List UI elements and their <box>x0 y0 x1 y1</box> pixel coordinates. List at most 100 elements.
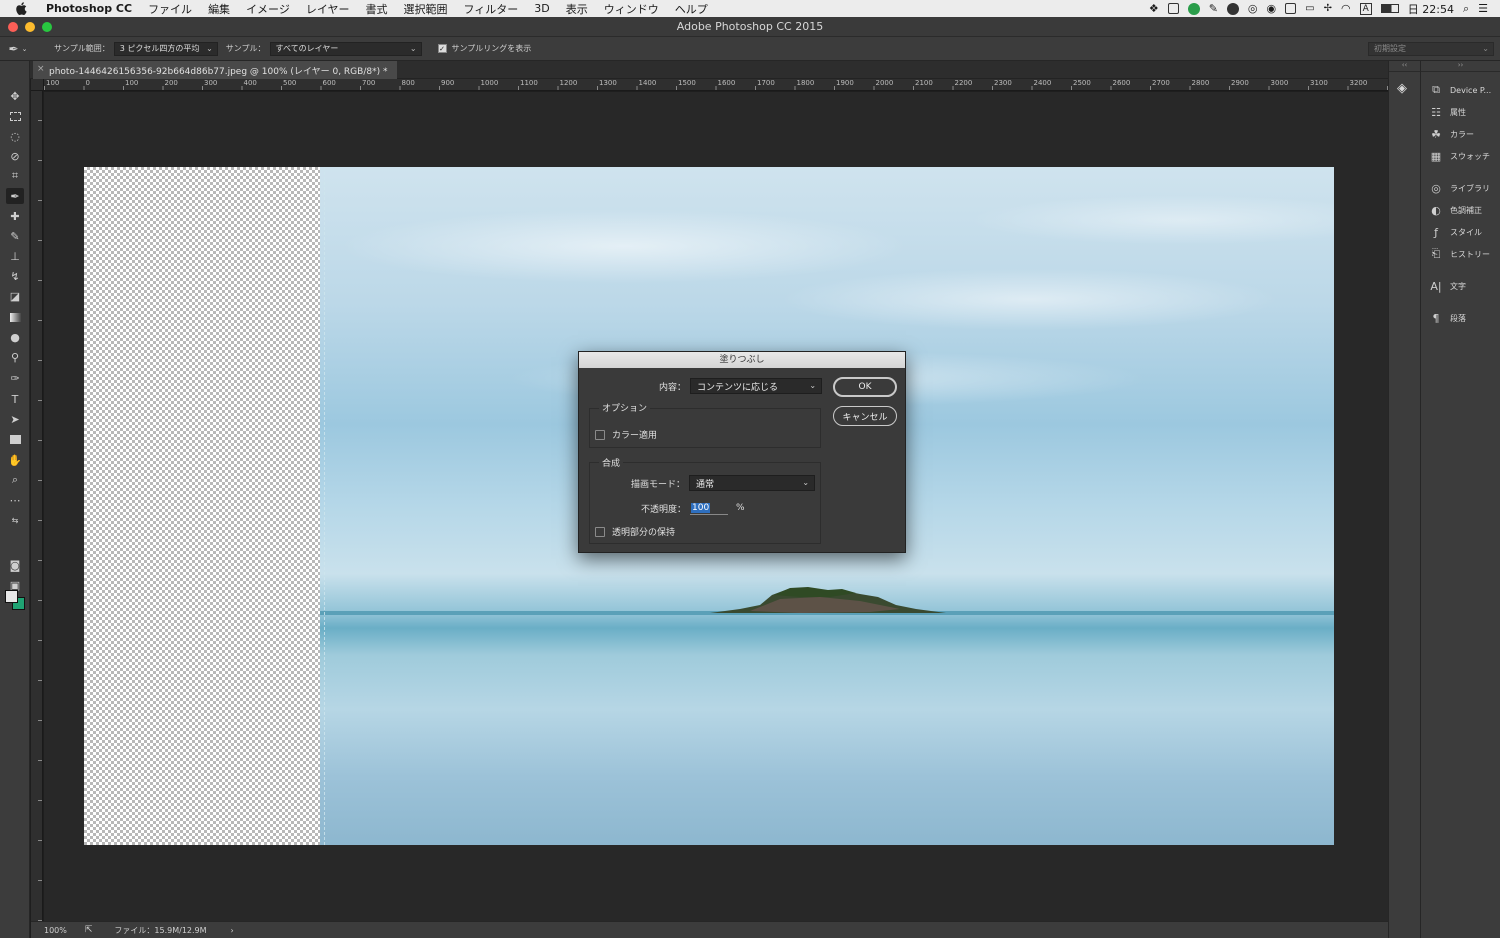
contents-select[interactable]: コンテンツに応じる ⌄ <box>690 378 823 394</box>
menu-filter[interactable]: フィルター <box>456 1 527 17</box>
bluetooth-icon[interactable]: ✢ <box>1324 3 1332 14</box>
options-bar: ✒ ⌄ サンプル範囲： 3 ピクセル四方の平均 ⌄ サンプル： すべてのレイヤー… <box>0 37 1500 61</box>
menu-photoshop[interactable]: Photoshop CC <box>38 2 140 15</box>
preserve-transparency-checkbox[interactable] <box>595 526 605 537</box>
more-tools-icon[interactable]: ⋯ <box>6 492 24 508</box>
move-tool-icon[interactable]: ✥ <box>6 88 24 104</box>
window-title-bar: Adobe Photoshop CC 2015 <box>0 17 1500 37</box>
type-tool-icon[interactable]: T <box>6 391 24 407</box>
vertical-ruler[interactable] <box>31 91 43 921</box>
evernote-icon[interactable]: ✎ <box>1209 2 1218 15</box>
zoom-tool-icon[interactable]: ⌕ <box>6 472 24 488</box>
horizontal-ruler[interactable]: 100 0 100 200 300 400 500 600 700 800 900 1000 1100 1… <box>44 79 1388 91</box>
quick-selection-tool-icon[interactable]: ⊘ <box>6 148 24 164</box>
pen-tool-icon[interactable]: ✑ <box>6 370 24 386</box>
layers-panel-icon[interactable]: ◈ <box>1397 81 1407 96</box>
sample-size-select[interactable]: 3 ピクセル四方の平均 ⌄ <box>113 41 218 56</box>
hand-tool-icon[interactable]: ✋ <box>6 452 24 468</box>
collapse-strip-icon[interactable]: ‹‹ <box>1389 61 1420 72</box>
airplay-icon[interactable]: ▭ <box>1305 3 1314 14</box>
gradient-tool-icon[interactable] <box>6 309 24 325</box>
sample-layers-select[interactable]: すべてのレイヤー ⌄ <box>269 41 422 56</box>
menu-edit[interactable]: 編集 <box>200 1 238 17</box>
eraser-tool-icon[interactable]: ◪ <box>6 288 24 304</box>
menu-help[interactable]: ヘルプ <box>667 1 716 17</box>
crop-tool-icon[interactable]: ⌗ <box>6 168 24 184</box>
panel-styles[interactable]: ƒ スタイル <box>1429 224 1482 240</box>
ruler-number: 2700 <box>1152 79 1170 87</box>
rectangle-tool-icon[interactable] <box>6 431 24 447</box>
apple-icon[interactable] <box>14 2 28 16</box>
notification-center-icon[interactable]: ☰ <box>1478 2 1488 15</box>
spotlight-icon[interactable]: ⌕ <box>1463 2 1469 16</box>
clock[interactable]: 日 22:54 <box>1408 1 1454 17</box>
window-icon[interactable] <box>1285 3 1297 14</box>
menu-type[interactable]: 書式 <box>358 1 396 17</box>
workspace-select[interactable]: 初期設定 ⌄ <box>1368 41 1494 56</box>
quick-mask-icon[interactable]: ◙ <box>6 557 24 573</box>
chevron-down-icon: ⌄ <box>409 43 417 53</box>
document-tab[interactable]: × photo-1446426156356-92b664d86b77.jpeg … <box>33 61 398 79</box>
dropbox-icon[interactable]: ❖ <box>1149 2 1159 15</box>
cloud-icon[interactable] <box>1226 2 1239 15</box>
wifi-icon[interactable]: ◠ <box>1341 2 1351 15</box>
line-icon[interactable] <box>1187 2 1200 15</box>
checklist-icon[interactable] <box>1167 3 1179 14</box>
creative-cloud-icon[interactable]: ◎ <box>1248 2 1258 15</box>
panel-history[interactable]: ⎗ ヒストリー <box>1429 246 1490 262</box>
color-adapt-checkbox[interactable] <box>595 429 605 440</box>
ruler-number: 3000 <box>1270 79 1289 87</box>
panel-properties[interactable]: ☷ 属性 <box>1429 104 1466 120</box>
panel-adjustments[interactable]: ◐ 色調補正 <box>1429 202 1482 218</box>
panel-character[interactable]: A| 文字 <box>1429 278 1466 294</box>
tool-preset-picker[interactable]: ✒ ⌄ <box>0 42 36 56</box>
panel-paragraph[interactable]: ¶ 段落 <box>1429 310 1467 326</box>
battery-icon[interactable] <box>1380 4 1399 13</box>
healing-brush-tool-icon[interactable]: ✚ <box>6 208 24 224</box>
show-sampling-ring-checkbox[interactable]: ✓ <box>437 44 447 53</box>
cancel-button[interactable]: キャンセル <box>833 406 897 426</box>
path-selection-tool-icon[interactable]: ➤ <box>6 411 24 427</box>
panel-libraries[interactable]: ◎ ライブラリ <box>1429 180 1490 196</box>
ok-button[interactable]: OK <box>833 377 897 397</box>
clone-stamp-tool-icon[interactable]: ⊥ <box>6 248 24 264</box>
menu-select[interactable]: 選択範囲 <box>396 1 456 17</box>
color-adapt-label: カラー適用 <box>612 431 658 441</box>
panel-label: ライブラリ <box>1450 183 1490 193</box>
swap-colors-icon[interactable]: ⇆ <box>6 512 24 528</box>
zoom-level[interactable]: 100% <box>44 926 67 935</box>
menu-3d[interactable]: 3D <box>526 2 557 15</box>
mode-row: 描画モード： 通常 ⌄ <box>631 475 816 491</box>
eyedropper-tool-icon[interactable]: ✒ <box>6 188 24 204</box>
panel-swatches[interactable]: ▦ スウォッチ <box>1429 148 1490 164</box>
blur-tool-icon[interactable]: ● <box>6 329 24 345</box>
status-menu-arrow[interactable]: › <box>231 926 234 935</box>
ruler-origin[interactable] <box>31 79 44 91</box>
eye-icon[interactable]: ◉ <box>1267 2 1277 15</box>
dodge-tool-icon[interactable]: ⚲ <box>6 349 24 365</box>
lasso-tool-icon[interactable]: ◌ <box>6 128 24 144</box>
menu-layer[interactable]: レイヤー <box>298 1 358 17</box>
brush-tool-icon[interactable]: ✎ <box>6 228 24 244</box>
panel-device-preview[interactable]: ⧉ Device P... <box>1429 82 1491 98</box>
menu-file[interactable]: ファイル <box>140 1 200 17</box>
history-brush-tool-icon[interactable]: ↯ <box>6 268 24 284</box>
menu-image[interactable]: イメージ <box>238 1 298 17</box>
ruler-number: 2500 <box>1073 79 1091 87</box>
mode-select[interactable]: 通常 ⌄ <box>689 475 816 491</box>
collapse-dock-icon[interactable]: ›› <box>1421 61 1500 72</box>
sample-layers-value: すべてのレイヤー <box>275 44 339 53</box>
share-icon[interactable]: ⇱ <box>85 925 93 935</box>
input-source-icon[interactable]: A <box>1359 2 1372 15</box>
panel-color[interactable]: ☘ カラー <box>1429 126 1474 142</box>
menu-view[interactable]: 表示 <box>558 1 596 17</box>
properties-icon: ☷ <box>1431 105 1441 119</box>
marquee-tool-icon[interactable] <box>6 108 24 124</box>
libraries-icon: ◎ <box>1431 181 1441 195</box>
menu-window[interactable]: ウィンドウ <box>596 1 667 17</box>
ruler-number: 2400 <box>1033 79 1052 87</box>
close-tab-icon[interactable]: × <box>37 64 45 74</box>
opacity-input[interactable]: 100 <box>690 501 729 515</box>
foreground-color-swatch[interactable] <box>5 590 18 603</box>
ruler-number: 800 <box>401 79 415 87</box>
